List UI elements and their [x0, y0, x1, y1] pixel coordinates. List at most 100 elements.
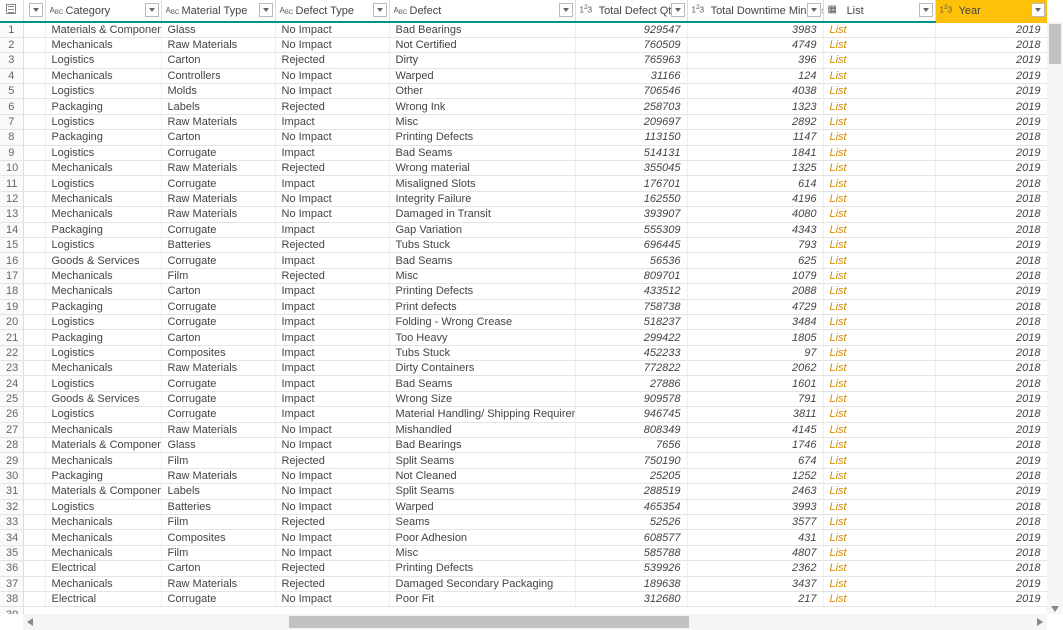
cell-material-type[interactable]: Carton — [161, 53, 275, 68]
row-number[interactable]: 17 — [0, 268, 23, 283]
cell-blank[interactable] — [23, 499, 45, 514]
cell-blank[interactable] — [23, 361, 45, 376]
cell-blank[interactable] — [23, 284, 45, 299]
cell-list[interactable]: List — [823, 176, 935, 191]
cell-total-downtime-minutes[interactable]: 396 — [687, 53, 823, 68]
table-row[interactable]: 35MechanicalsFilmNo ImpactMisc5857884807… — [0, 545, 1047, 560]
table-row[interactable]: 10MechanicalsRaw MaterialsRejectedWrong … — [0, 161, 1047, 176]
list-link[interactable]: List — [830, 178, 847, 190]
cell-total-downtime-minutes[interactable]: 4729 — [687, 299, 823, 314]
cell-total-downtime-minutes[interactable]: 4080 — [687, 207, 823, 222]
cell-defect-type[interactable]: No Impact — [275, 530, 389, 545]
header-category[interactable]: Category — [45, 0, 161, 22]
table-row[interactable]: 5LogisticsMoldsNo ImpactOther7065464038L… — [0, 84, 1047, 99]
cell-blank[interactable] — [23, 299, 45, 314]
table-row[interactable]: 18MechanicalsCartonImpactPrinting Defect… — [0, 284, 1047, 299]
cell-total-defect-qty[interactable]: 209697 — [575, 114, 687, 129]
cell-year[interactable]: 2019 — [935, 422, 1047, 437]
cell-total-downtime-minutes[interactable]: 1841 — [687, 145, 823, 160]
cell-category[interactable]: Goods & Services — [45, 391, 161, 406]
cell-defect-type[interactable]: Rejected — [275, 453, 389, 468]
header-total-defect-qty[interactable]: 123 Total Defect Qty — [575, 0, 687, 22]
cell-blank[interactable] — [23, 68, 45, 83]
cell-total-defect-qty[interactable]: 299422 — [575, 330, 687, 345]
cell-material-type[interactable]: Corrugate — [161, 391, 275, 406]
cell-defect[interactable]: Warped — [389, 68, 575, 83]
cell-year[interactable]: 2018 — [935, 499, 1047, 514]
table-row[interactable]: 11LogisticsCorrugateImpactMisaligned Slo… — [0, 176, 1047, 191]
cell-category[interactable]: Logistics — [45, 84, 161, 99]
cell-category[interactable]: Logistics — [45, 53, 161, 68]
cell-defect[interactable]: Wrong Size — [389, 391, 575, 406]
cell-year[interactable]: 2018 — [935, 130, 1047, 145]
cell-total-defect-qty[interactable]: 355045 — [575, 161, 687, 176]
cell-blank[interactable] — [23, 268, 45, 283]
table-row[interactable]: 34MechanicalsCompositesNo ImpactPoor Adh… — [0, 530, 1047, 545]
list-link[interactable]: List — [830, 24, 847, 36]
cell-blank[interactable] — [23, 114, 45, 129]
table-row[interactable]: 21PackagingCartonImpactToo Heavy29942218… — [0, 330, 1047, 345]
cell-defect[interactable]: Split Seams — [389, 453, 575, 468]
cell-year[interactable]: 2019 — [935, 284, 1047, 299]
row-number[interactable]: 10 — [0, 161, 23, 176]
table-row[interactable]: 23MechanicalsRaw MaterialsImpactDirty Co… — [0, 361, 1047, 376]
cell-total-downtime-minutes[interactable]: 2463 — [687, 484, 823, 499]
row-number[interactable]: 24 — [0, 376, 23, 391]
header-material-type[interactable]: Material Type — [161, 0, 275, 22]
cell-total-defect-qty[interactable]: 518237 — [575, 314, 687, 329]
cell-total-defect-qty[interactable]: 176701 — [575, 176, 687, 191]
cell-list[interactable]: List — [823, 99, 935, 114]
cell-year[interactable]: 2018 — [935, 253, 1047, 268]
cell-category[interactable]: Electrical — [45, 591, 161, 606]
cell-defect[interactable]: Damaged in Transit — [389, 207, 575, 222]
cell-total-downtime-minutes[interactable]: 2362 — [687, 561, 823, 576]
cell-total-defect-qty[interactable]: 312680 — [575, 591, 687, 606]
list-link[interactable]: List — [830, 208, 847, 220]
cell-category[interactable]: Packaging — [45, 299, 161, 314]
cell-defect[interactable]: Wrong Ink — [389, 99, 575, 114]
cell-material-type[interactable]: Composites — [161, 345, 275, 360]
cell-defect-type[interactable]: Rejected — [275, 53, 389, 68]
row-number[interactable]: 34 — [0, 530, 23, 545]
cell-total-downtime-minutes[interactable]: 1805 — [687, 330, 823, 345]
row-number[interactable]: 4 — [0, 68, 23, 83]
cell-blank[interactable] — [23, 253, 45, 268]
table-row[interactable]: 4MechanicalsControllersNo ImpactWarped31… — [0, 68, 1047, 83]
cell-year[interactable]: 2019 — [935, 576, 1047, 591]
row-number[interactable]: 20 — [0, 314, 23, 329]
cell-list[interactable]: List — [823, 530, 935, 545]
row-number[interactable]: 19 — [0, 299, 23, 314]
table-row[interactable]: 33MechanicalsFilmRejectedSeams525263577L… — [0, 515, 1047, 530]
cell-year[interactable]: 2018 — [935, 207, 1047, 222]
cell-total-downtime-minutes[interactable]: 4196 — [687, 191, 823, 206]
cell-material-type[interactable]: Film — [161, 268, 275, 283]
chevron-right-icon[interactable] — [1037, 618, 1043, 626]
cell-year[interactable]: 2018 — [935, 468, 1047, 483]
cell-defect[interactable]: Bad Seams — [389, 376, 575, 391]
cell-category[interactable]: Logistics — [45, 114, 161, 129]
cell-defect-type[interactable]: No Impact — [275, 37, 389, 52]
cell-list[interactable]: List — [823, 22, 935, 37]
cell-year[interactable]: 2018 — [935, 407, 1047, 422]
cell-total-downtime-minutes[interactable]: 3437 — [687, 576, 823, 591]
cell-defect-type[interactable]: No Impact — [275, 468, 389, 483]
cell-year[interactable]: 2019 — [935, 591, 1047, 606]
cell-total-downtime-minutes[interactable]: 793 — [687, 237, 823, 252]
cell-material-type[interactable]: Molds — [161, 84, 275, 99]
cell-category[interactable]: Packaging — [45, 468, 161, 483]
cell-category[interactable]: Mechanicals — [45, 545, 161, 560]
cell-list[interactable]: List — [823, 161, 935, 176]
list-link[interactable]: List — [830, 193, 847, 205]
cell-total-defect-qty[interactable]: 514131 — [575, 145, 687, 160]
cell-material-type[interactable]: Raw Materials — [161, 114, 275, 129]
cell-blank[interactable] — [23, 84, 45, 99]
table-row[interactable]: 9LogisticsCorrugateImpactBad Seams514131… — [0, 145, 1047, 160]
chevron-down-icon[interactable] — [807, 3, 821, 17]
cell-year[interactable]: 2018 — [935, 361, 1047, 376]
cell-list[interactable]: List — [823, 591, 935, 606]
cell-total-defect-qty[interactable]: 772822 — [575, 361, 687, 376]
cell-category[interactable]: Mechanicals — [45, 68, 161, 83]
row-number[interactable]: 37 — [0, 576, 23, 591]
cell-total-downtime-minutes[interactable]: 217 — [687, 591, 823, 606]
cell-defect-type[interactable]: No Impact — [275, 191, 389, 206]
